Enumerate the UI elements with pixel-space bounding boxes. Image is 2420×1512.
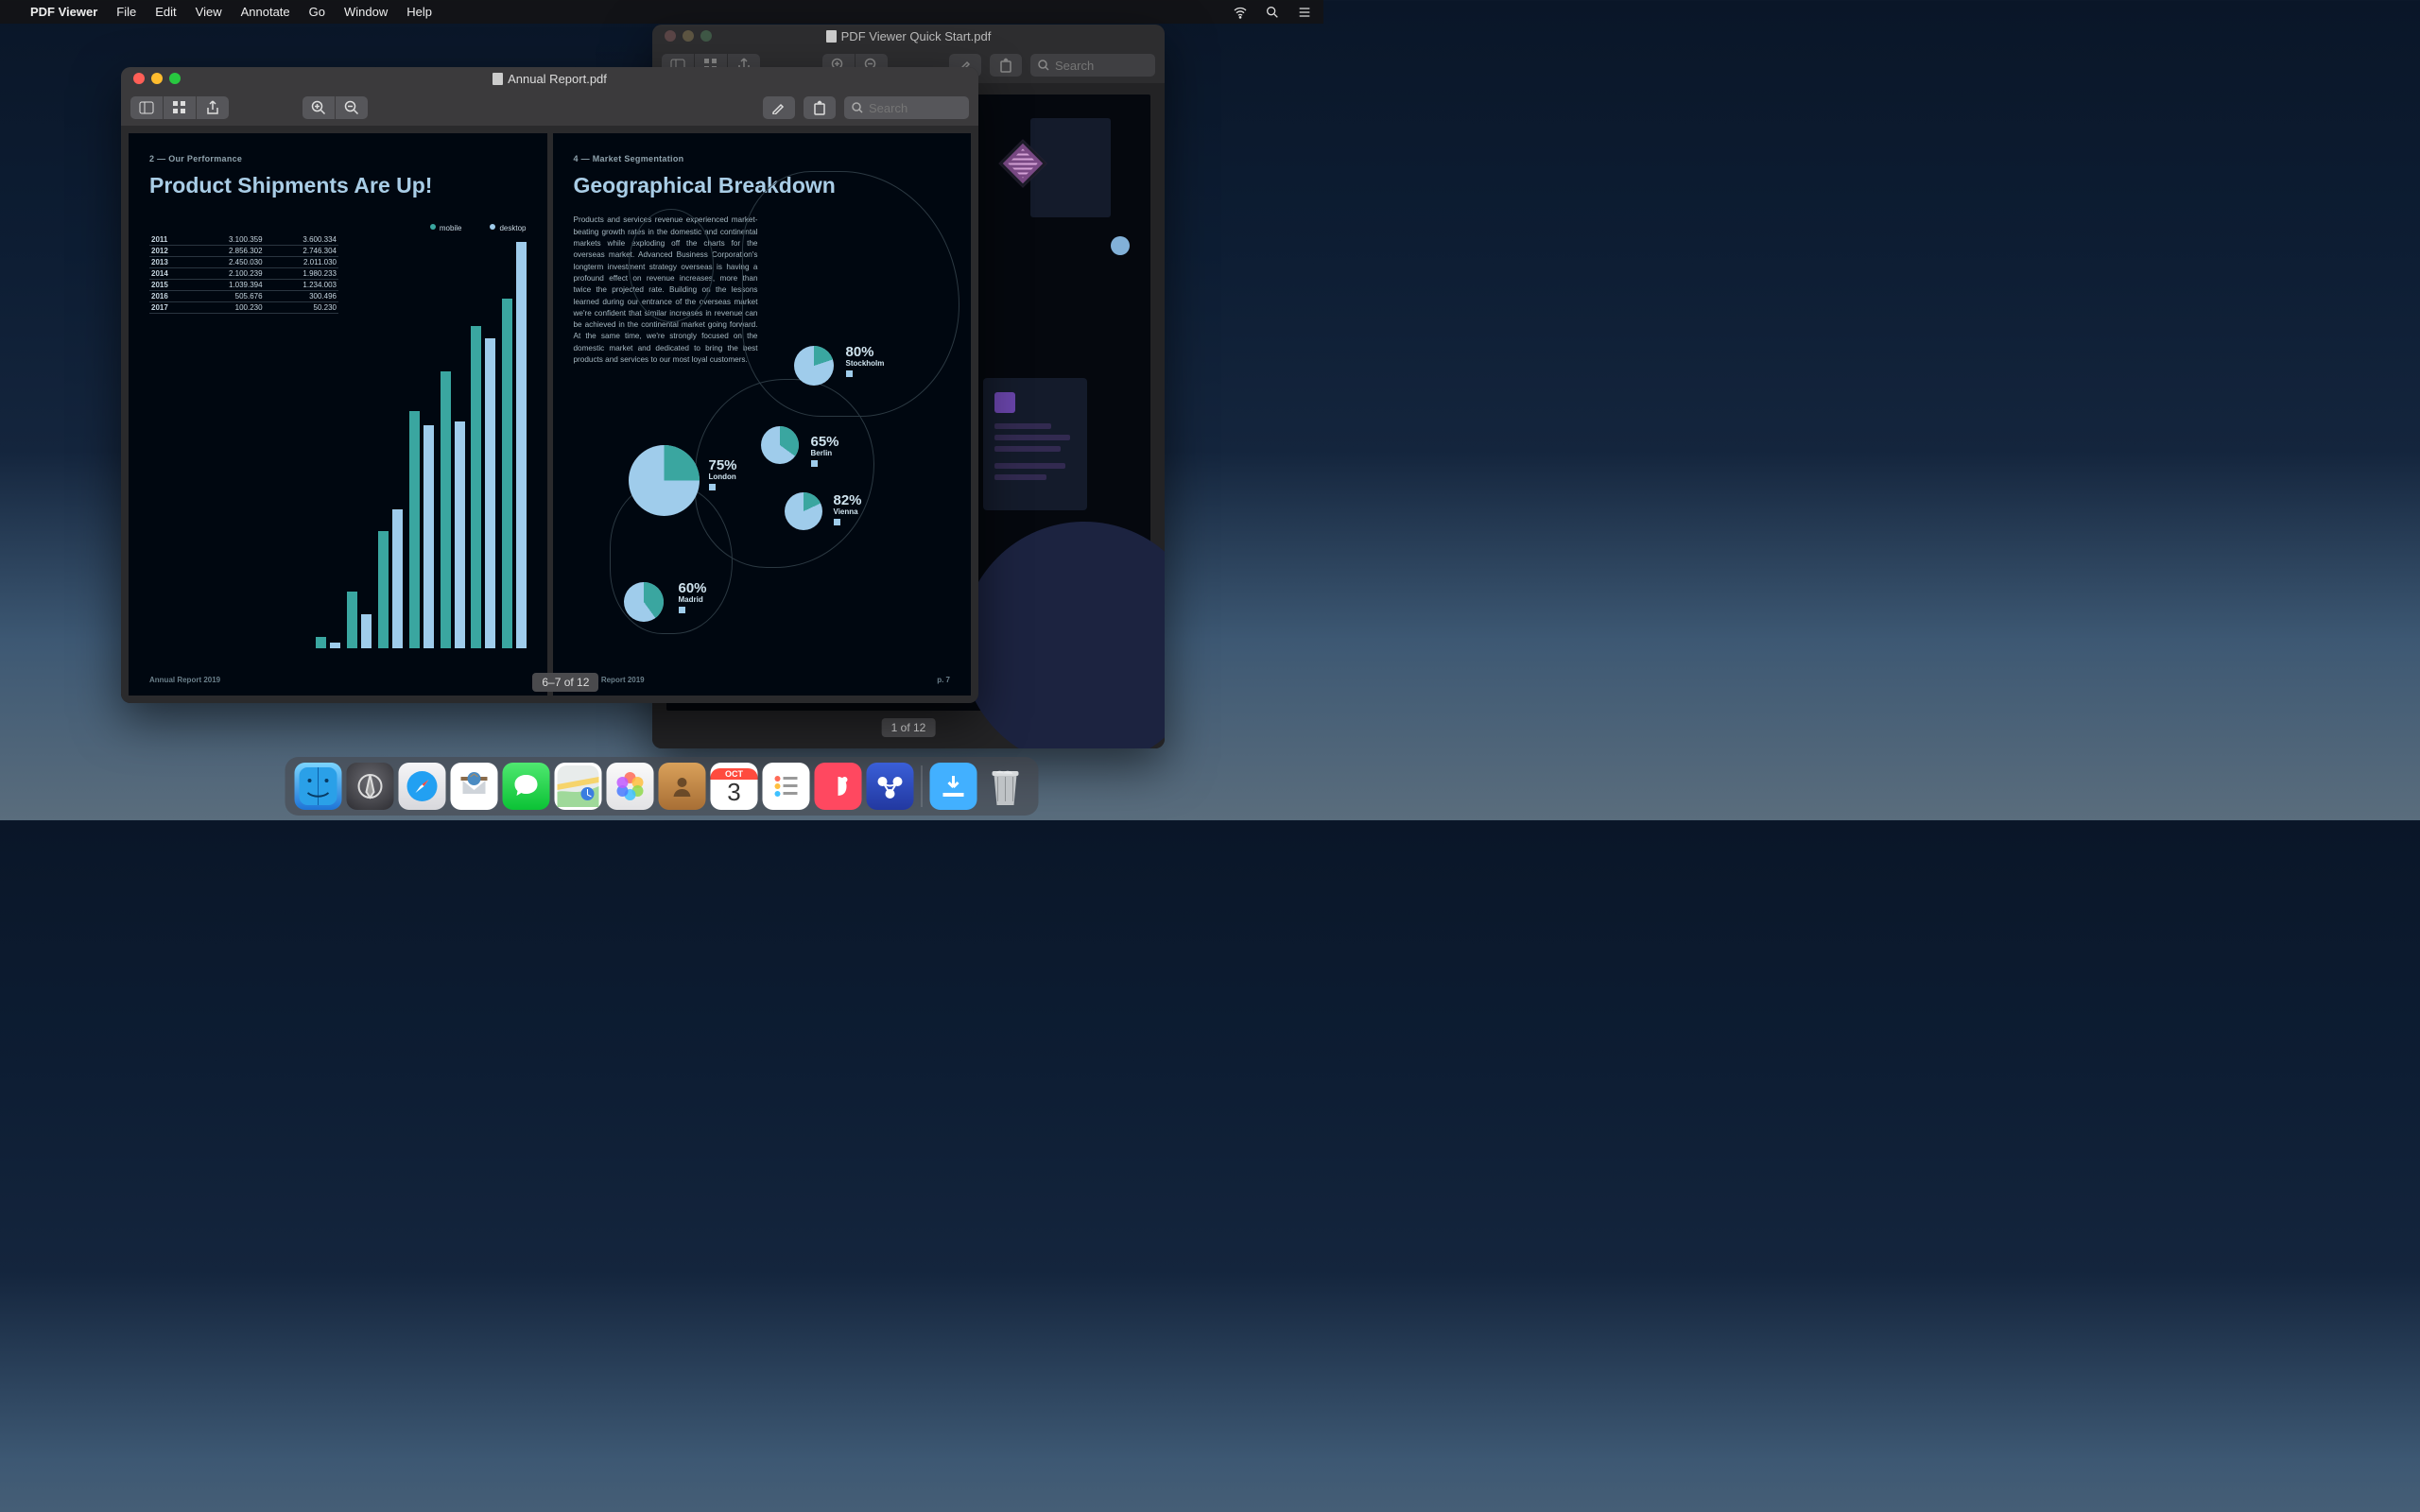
toolbar: [121, 90, 978, 126]
page-indicator: 6–7 of 12: [532, 673, 598, 692]
search-icon: [852, 102, 863, 113]
bar-pair: [316, 637, 340, 648]
search-field[interactable]: [1030, 54, 1155, 77]
dock-pdf-viewer-icon[interactable]: [867, 763, 914, 810]
pie-berlin: [761, 426, 799, 464]
search-field[interactable]: [844, 96, 969, 119]
window-title: Annual Report.pdf: [121, 72, 978, 86]
dock-finder-icon[interactable]: [295, 763, 342, 810]
calendar-day: 3: [727, 780, 740, 804]
pie-label-madrid: 60% Madrid: [679, 580, 707, 616]
bar-pair: [502, 242, 527, 648]
titlebar[interactable]: Annual Report.pdf: [121, 67, 978, 90]
dock-separator: [922, 765, 923, 807]
close-button[interactable]: [133, 73, 145, 84]
search-input[interactable]: [1055, 59, 1140, 73]
chart-legend: mobile desktop: [149, 224, 527, 232]
page-right: 4 — Market Segmentation Geographical Bre…: [553, 133, 972, 696]
rotate-button[interactable]: [804, 96, 836, 119]
share-button[interactable]: [197, 96, 229, 119]
bar-pair: [409, 411, 434, 648]
map-europe: [553, 133, 972, 696]
page-left: 2 — Our Performance Product Shipments Ar…: [129, 133, 547, 696]
dock: OCT 3: [285, 757, 1039, 816]
dock-bear-icon[interactable]: [815, 763, 862, 810]
page-headline: Product Shipments Are Up!: [149, 173, 527, 198]
page-indicator: 1 of 12: [882, 718, 936, 737]
window-title: PDF Viewer Quick Start.pdf: [652, 29, 1165, 43]
document-icon: [826, 30, 837, 43]
bar-pair: [441, 371, 465, 648]
dock-contacts-icon[interactable]: [659, 763, 706, 810]
data-table: 20113.100.3593.600.33420122.856.3022.746…: [149, 234, 338, 314]
window-annual-report[interactable]: Annual Report.pdf 2 — Our Performance Pr…: [121, 67, 978, 703]
pie-vienna: [785, 492, 822, 530]
dock-downloads-icon[interactable]: [930, 763, 977, 810]
document-viewport[interactable]: 2 — Our Performance Product Shipments Ar…: [121, 126, 978, 703]
dock-mail-icon[interactable]: [451, 763, 498, 810]
dock-maps-icon[interactable]: [555, 763, 602, 810]
dock-photos-icon[interactable]: [607, 763, 654, 810]
document-icon: [493, 73, 503, 85]
legend-desktop: desktop: [490, 224, 526, 232]
minimize-button[interactable]: [683, 30, 694, 42]
section-label: 2 — Our Performance: [149, 154, 527, 163]
thumbnails-button[interactable]: [164, 96, 196, 119]
legend-mobile: mobile: [430, 224, 462, 232]
dock-calendar-icon[interactable]: OCT 3: [711, 763, 758, 810]
dock-messages-icon[interactable]: [503, 763, 550, 810]
bar-pair: [471, 326, 495, 648]
pie-london: [629, 445, 700, 516]
app-menu[interactable]: PDF Viewer: [30, 5, 97, 19]
page-footer: Annual Report 2019: [149, 676, 220, 684]
menu-help[interactable]: Help: [406, 5, 432, 19]
close-button[interactable]: [665, 30, 676, 42]
pie-label-london: 75% London: [709, 457, 737, 493]
dock-reminders-icon[interactable]: [763, 763, 810, 810]
sidebar-toggle-button[interactable]: [130, 96, 163, 119]
menu-annotate[interactable]: Annotate: [241, 5, 290, 19]
zoom-button[interactable]: [700, 30, 712, 42]
dock-launchpad-icon[interactable]: [347, 763, 394, 810]
zoom-button[interactable]: [169, 73, 181, 84]
dock-trash-icon[interactable]: [982, 763, 1029, 810]
zoom-out-button[interactable]: [336, 96, 368, 119]
rotate-button[interactable]: [990, 54, 1022, 77]
dock-safari-icon[interactable]: [399, 763, 446, 810]
menu-file[interactable]: File: [116, 5, 136, 19]
menu-edit[interactable]: Edit: [155, 5, 176, 19]
zoom-in-button[interactable]: [302, 96, 335, 119]
system-menubar: PDF Viewer File Edit View Annotate Go Wi…: [0, 0, 1323, 24]
bar-chart: [313, 266, 530, 648]
wifi-icon[interactable]: [1233, 5, 1248, 20]
search-input[interactable]: [869, 101, 954, 115]
pie-label-berlin: 65% Berlin: [811, 434, 839, 470]
page-footer-right: p. 7: [937, 676, 950, 684]
bar-pair: [378, 509, 403, 648]
pie-label-vienna: 82% Vienna: [834, 492, 862, 528]
titlebar[interactable]: PDF Viewer Quick Start.pdf: [652, 25, 1165, 47]
pie-label-stockholm: 80% Stockholm: [846, 344, 885, 380]
spotlight-icon[interactable]: [1265, 5, 1280, 20]
menu-window[interactable]: Window: [344, 5, 388, 19]
menu-view[interactable]: View: [196, 5, 222, 19]
control-center-icon[interactable]: [1297, 5, 1312, 20]
bar-pair: [347, 592, 372, 648]
pie-stockholm: [794, 346, 834, 386]
markup-button[interactable]: [763, 96, 795, 119]
pie-madrid: [624, 582, 664, 622]
menu-go[interactable]: Go: [309, 5, 325, 19]
minimize-button[interactable]: [151, 73, 163, 84]
